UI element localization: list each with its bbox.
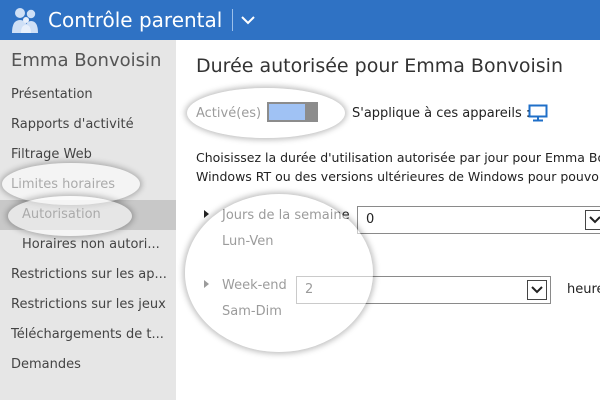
weekdays-hours-value: 0 — [366, 212, 375, 227]
weekdays-label: Jours de la semaine — [222, 208, 350, 223]
weekend-label: Week-end — [222, 278, 287, 293]
sidebar-item-web-filtering[interactable]: Filtrage Web — [0, 140, 176, 170]
expand-weekend-icon[interactable] — [204, 280, 209, 288]
sidebar-user-name: Emma Bonvoisin — [11, 50, 162, 71]
weekend-sublabel: Sam-Dim — [222, 304, 282, 319]
sidebar-item-downloads[interactable]: Téléchargements de t... — [0, 320, 176, 350]
weekdays-hours-select[interactable]: 0 — [357, 206, 600, 234]
weekend-unit-label: heure — [567, 282, 600, 297]
sidebar-item-requests[interactable]: Demandes — [0, 350, 176, 380]
sidebar-item-curfew[interactable]: Horaires non autori... — [0, 230, 176, 260]
sidebar-item-game-restrictions[interactable]: Restrictions sur les jeux — [0, 290, 176, 320]
app-header: Contrôle parental — [0, 0, 600, 40]
sidebar-item-app-restrictions[interactable]: Restrictions sur les ap... — [0, 260, 176, 290]
main-content: Durée autorisée pour Emma Bonvoisin Acti… — [176, 40, 600, 400]
header-divider — [232, 9, 234, 31]
description: Choisissez la durée d'utilisation autori… — [196, 148, 600, 186]
chevron-down-icon[interactable] — [585, 210, 600, 230]
description-line-2: Windows RT ou des versions ultérieures d… — [196, 169, 599, 184]
sidebar-item-time-limits[interactable]: Limites horaires — [0, 170, 176, 200]
page-title: Durée autorisée pour Emma Bonvoisin — [196, 55, 564, 77]
sidebar-item-presentation[interactable]: Présentation — [0, 80, 176, 110]
toggle-knob[interactable] — [305, 102, 317, 122]
weekend-hours-select[interactable]: 2 — [296, 276, 551, 304]
chevron-down-icon[interactable] — [239, 11, 257, 29]
weekdays-sublabel: Lun-Ven — [222, 234, 274, 249]
monitor-icon[interactable] — [528, 104, 548, 122]
applies-to-devices-label: S'applique à ces appareils : — [352, 106, 531, 121]
enabled-toggle[interactable] — [267, 102, 318, 122]
app-title: Contrôle parental — [48, 8, 223, 32]
chevron-down-icon[interactable] — [527, 280, 547, 300]
sidebar: Emma Bonvoisin Présentation Rapports d'a… — [0, 40, 176, 400]
expand-weekdays-icon[interactable] — [204, 210, 209, 218]
description-line-1: Choisissez la durée d'utilisation autori… — [196, 150, 600, 165]
toggle-label: Activé(es) — [196, 106, 262, 121]
sidebar-item-allowance[interactable]: Autorisation — [0, 200, 176, 230]
weekend-hours-value: 2 — [305, 282, 314, 297]
sidebar-item-activity-reports[interactable]: Rapports d'activité — [0, 110, 176, 140]
family-icon — [8, 3, 42, 37]
